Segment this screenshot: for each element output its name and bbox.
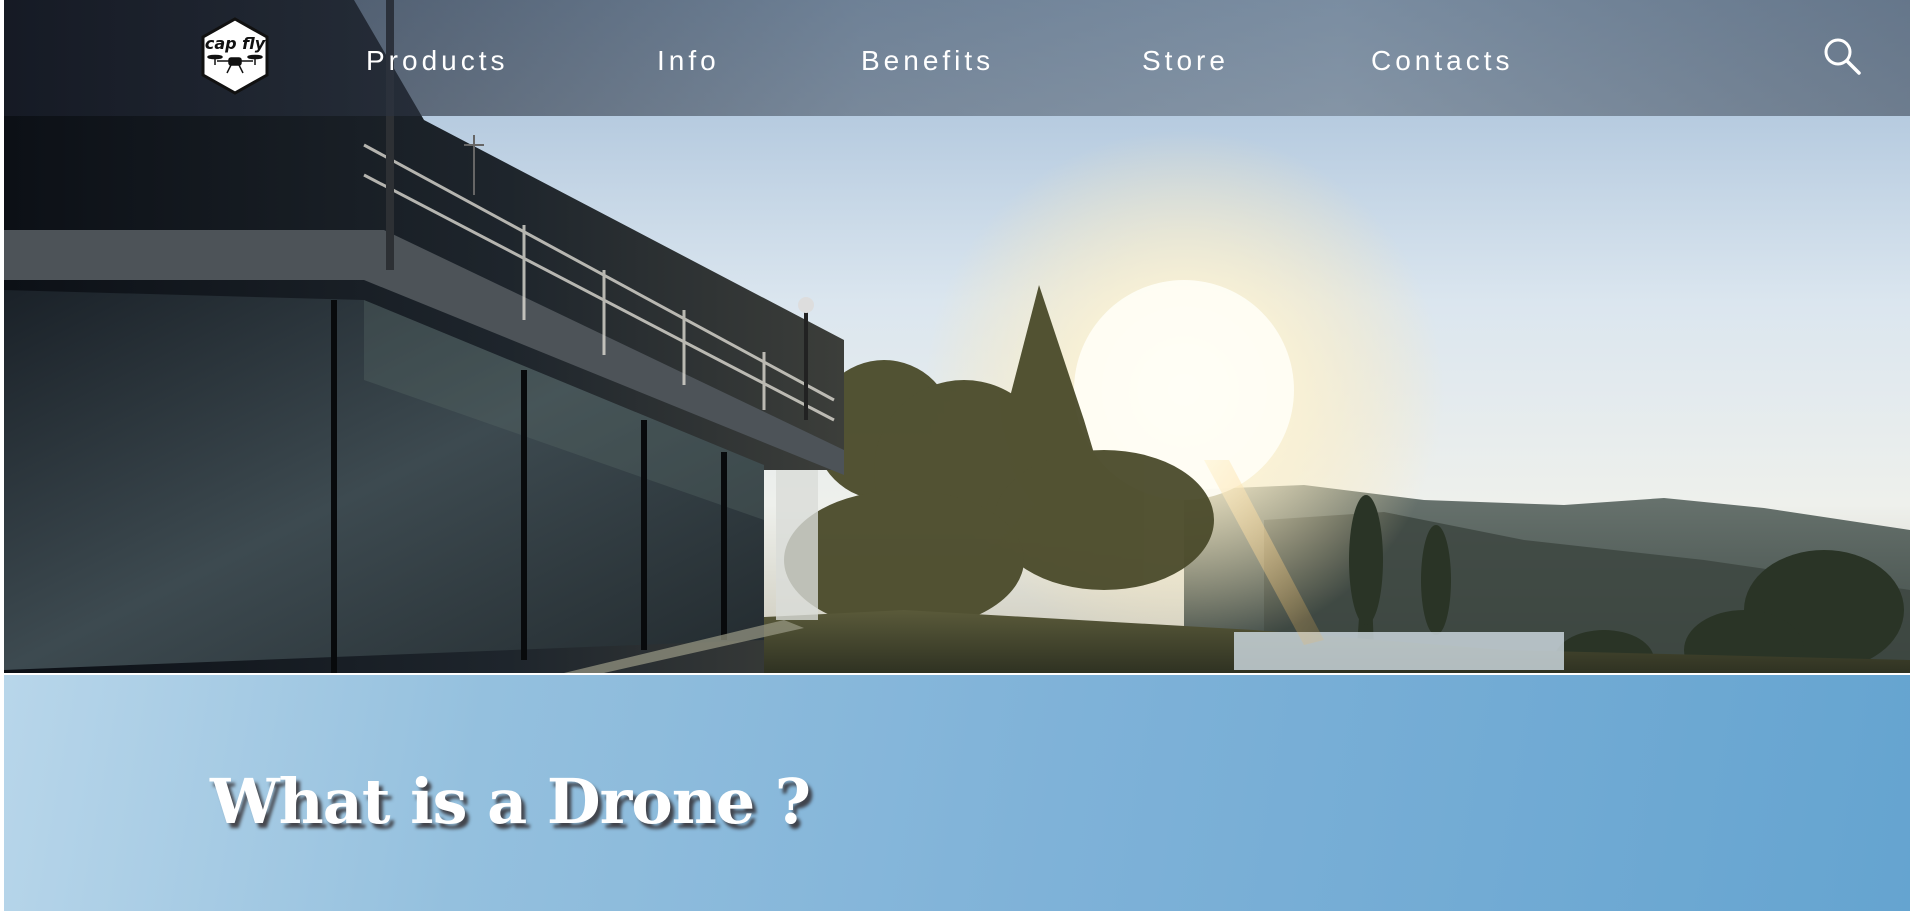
brand-logo[interactable]: cap fly [200, 17, 270, 95]
top-navigation-bar: cap fly Products Info Benefits Store Con… [4, 0, 1910, 116]
nav-item-benefits[interactable]: Benefits [861, 43, 994, 79]
search-icon [1824, 38, 1861, 75]
logo-text: cap fly [205, 34, 266, 53]
nav-item-contacts[interactable]: Contacts [1371, 43, 1514, 79]
page: cap fly Products Info Benefits Store Con… [4, 0, 1910, 914]
nav-item-products[interactable]: Products [366, 43, 509, 79]
search-button[interactable] [1822, 36, 1862, 76]
drone-hexagon-logo: cap fly [201, 17, 269, 95]
section-title: What is a Drone ? [210, 765, 811, 838]
intro-section: What is a Drone ? [4, 675, 1910, 914]
nav-item-store[interactable]: Store [1142, 43, 1229, 79]
nav-item-info[interactable]: Info [657, 43, 720, 79]
